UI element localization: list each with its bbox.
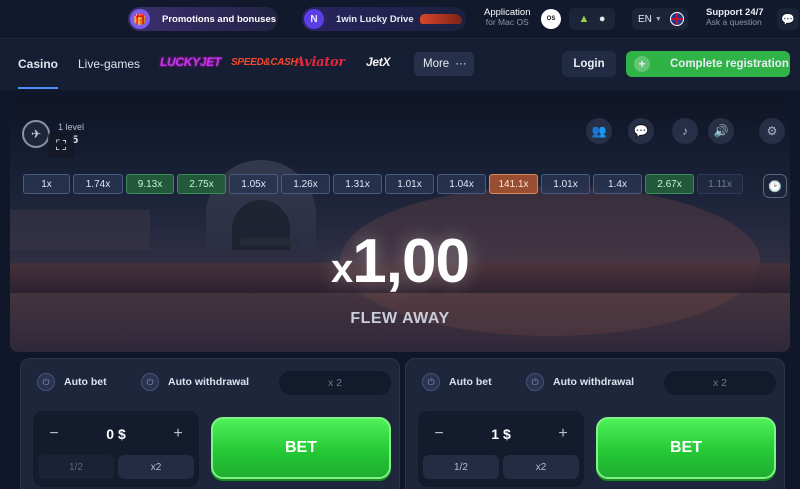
more-label: More bbox=[423, 58, 450, 70]
power-icon: ⏻ bbox=[422, 373, 440, 391]
history-chip[interactable]: 1.74x bbox=[73, 174, 123, 194]
promotions-button[interactable]: 🎁 Promotions and bonuses bbox=[128, 7, 278, 31]
music-icon[interactable]: ♪ bbox=[672, 118, 698, 144]
promotions-label: Promotions and bonuses bbox=[162, 13, 277, 25]
macos-label: OS bbox=[546, 16, 556, 22]
bet-amount-card: − 1 $ + 1/2 x2 bbox=[418, 411, 584, 487]
power-icon: ⏻ bbox=[526, 373, 544, 391]
ellipsis-icon: ··· bbox=[455, 58, 467, 70]
history-chip[interactable]: 9.13x bbox=[126, 174, 174, 194]
macos-icon[interactable]: OS bbox=[541, 9, 561, 29]
auto-withdrawal-label: Auto withdrawal bbox=[168, 376, 250, 388]
users-icon[interactable]: 👥 bbox=[586, 118, 612, 144]
language-code: EN bbox=[638, 13, 652, 25]
lucky-drive-label: 1win Lucky Drive bbox=[336, 13, 414, 25]
double-bet-button[interactable]: x2 bbox=[503, 455, 579, 479]
gift-icon: 🎁 bbox=[130, 9, 150, 29]
history-chip[interactable]: 2.75x bbox=[177, 174, 226, 194]
auto-withdrawal-toggle[interactable]: ⏻ Auto withdrawal bbox=[141, 371, 249, 393]
bet-amount-value[interactable]: 1 $ bbox=[491, 426, 510, 442]
sound-icon[interactable]: 🔊 bbox=[708, 118, 734, 144]
app-download-link[interactable]: Application for Mac OS bbox=[484, 7, 530, 28]
more-menu-button[interactable]: More ··· bbox=[414, 52, 474, 76]
history-clock-icon[interactable]: 🕑 bbox=[763, 174, 787, 198]
support-link[interactable]: Support 24/7 Ask a question bbox=[706, 7, 764, 28]
nav-speed-cash-logo[interactable]: SPEED&CASH bbox=[231, 57, 298, 68]
plane-level-icon: ✈ bbox=[22, 120, 50, 148]
history-chip[interactable]: 1.11x bbox=[697, 174, 743, 194]
auto-bet-toggle[interactable]: ⏻ Auto bet bbox=[422, 371, 492, 393]
history-chip[interactable]: 1.05x bbox=[229, 174, 278, 194]
chat-icon[interactable]: 💬 bbox=[777, 8, 799, 30]
register-label: Complete registration bbox=[670, 58, 789, 70]
uk-flag-icon bbox=[669, 12, 684, 26]
current-multiplier: x1,00 bbox=[10, 226, 790, 297]
minus-icon[interactable]: − bbox=[45, 425, 63, 443]
bet-panel-2: ⏻ Auto bet ⏻ Auto withdrawal x 2 − 1 $ +… bbox=[405, 358, 785, 489]
history-chip[interactable]: 1.01x bbox=[385, 174, 434, 194]
nav-casino[interactable]: Casino bbox=[18, 57, 59, 89]
history-chip[interactable]: 2.67x bbox=[645, 174, 694, 194]
bet-button[interactable]: BET bbox=[211, 417, 391, 479]
plus-icon: + bbox=[634, 56, 650, 72]
nav-jetx-logo[interactable]: JetX bbox=[366, 55, 390, 69]
multiplier-value: 1,00 bbox=[352, 227, 470, 296]
minus-icon[interactable]: − bbox=[430, 425, 448, 443]
history-chip[interactable]: 1.01x bbox=[541, 174, 590, 194]
register-button[interactable]: + Complete registration bbox=[626, 51, 790, 77]
game-canvas: ✈ 1 level 5 ⛶ 👥 💬 ♪ 🔊 ⚙ 1x 1.74x 9.13x 2.75… bbox=[10, 98, 790, 352]
auto-cashout-input[interactable]: x 2 bbox=[279, 371, 391, 395]
double-bet-button[interactable]: x2 bbox=[118, 455, 194, 479]
history-chip[interactable]: 1x bbox=[23, 174, 70, 194]
round-status: FLEW AWAY bbox=[350, 310, 450, 327]
auto-bet-toggle[interactable]: ⏻ Auto bet bbox=[37, 371, 107, 393]
nav-aviator-logo[interactable]: Aviator bbox=[295, 55, 345, 70]
main-nav: Casino Live-games LUCKYJET SPEED&CASH Av… bbox=[0, 38, 800, 90]
history-chip[interactable]: 1.4x bbox=[593, 174, 642, 194]
support-subtitle: Ask a question bbox=[706, 17, 762, 28]
chat-bubble-icon[interactable]: 💬 bbox=[628, 118, 654, 144]
auto-withdrawal-label: Auto withdrawal bbox=[553, 376, 635, 388]
power-icon: ⏻ bbox=[141, 373, 159, 391]
auto-bet-label: Auto bet bbox=[64, 376, 107, 388]
car-icon bbox=[420, 14, 462, 24]
bet-amount-card: − 0 $ + 1/2 x2 bbox=[33, 411, 199, 487]
history-chip[interactable]: 141.1x bbox=[489, 174, 538, 194]
level-label: 1 level bbox=[58, 122, 85, 132]
bet-panel-1: ⏻ Auto bet ⏻ Auto withdrawal x 2 − 0 $ +… bbox=[20, 358, 400, 489]
auto-withdrawal-toggle[interactable]: ⏻ Auto withdrawal bbox=[526, 371, 634, 393]
nav-live-games[interactable]: Live-games bbox=[78, 57, 140, 71]
auto-bet-label: Auto bet bbox=[449, 376, 492, 388]
top-bar: 🎁 Promotions and bonuses N 1win Lucky Dr… bbox=[0, 0, 800, 38]
apple-icon[interactable]: ● bbox=[599, 13, 606, 25]
lucky-drive-button[interactable]: N 1win Lucky Drive bbox=[302, 7, 466, 31]
half-bet-button[interactable]: 1/2 bbox=[423, 455, 499, 479]
history-chip[interactable]: 1.31x bbox=[333, 174, 382, 194]
bet-amount-stepper: − 0 $ + bbox=[39, 419, 193, 449]
platform-buttons: ▲ ● bbox=[569, 8, 615, 30]
settings-gear-icon[interactable]: ⚙ bbox=[759, 118, 785, 144]
app-subtitle: for Mac OS bbox=[485, 17, 529, 28]
power-icon: ⏻ bbox=[37, 373, 55, 391]
lucky-drive-icon: N bbox=[304, 9, 324, 29]
history-chip[interactable]: 1.04x bbox=[437, 174, 486, 194]
login-button[interactable]: Login bbox=[562, 51, 616, 77]
history-chip[interactable]: 1.26x bbox=[281, 174, 330, 194]
multiplier-prefix: x bbox=[331, 247, 353, 291]
bet-amount-value[interactable]: 0 $ bbox=[106, 426, 125, 442]
auto-cashout-input[interactable]: x 2 bbox=[664, 371, 776, 395]
plus-icon[interactable]: + bbox=[554, 425, 572, 443]
fullscreen-icon[interactable]: ⛶ bbox=[48, 132, 74, 158]
android-icon[interactable]: ▲ bbox=[578, 13, 589, 25]
half-bet-button[interactable]: 1/2 bbox=[38, 455, 114, 479]
plus-icon[interactable]: + bbox=[169, 425, 187, 443]
chevron-down-icon: ▼ bbox=[654, 15, 662, 23]
bet-amount-stepper: − 1 $ + bbox=[424, 419, 578, 449]
language-selector[interactable]: EN ▼ bbox=[632, 8, 688, 30]
bet-button[interactable]: BET bbox=[596, 417, 776, 479]
nav-lucky-jet-logo[interactable]: LUCKYJET bbox=[160, 55, 221, 69]
